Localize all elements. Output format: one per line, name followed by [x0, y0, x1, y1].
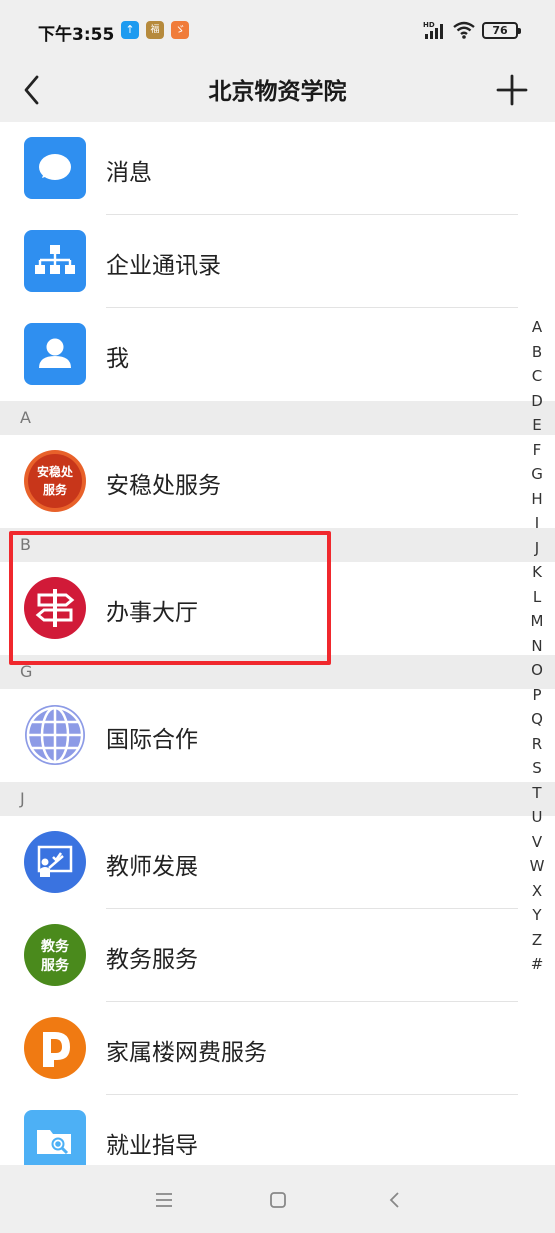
section-header-a: A — [0, 401, 555, 435]
folder-search-icon — [24, 1110, 86, 1165]
index-letter[interactable]: # — [527, 952, 547, 977]
index-letter[interactable]: O — [527, 658, 547, 683]
index-letter[interactable]: Q — [527, 707, 547, 732]
list-item-label: 教务服务 — [106, 947, 198, 973]
list-item-label: 家属楼网费服务 — [106, 1040, 267, 1066]
list-item-dorm-network[interactable]: 家属楼网费服务 — [0, 1002, 555, 1095]
index-letter[interactable]: I — [527, 511, 547, 536]
index-letter[interactable]: T — [527, 781, 547, 806]
logo-text: 教务 — [41, 938, 70, 955]
index-letter[interactable]: M — [527, 609, 547, 634]
list-item-label: 办事大厅 — [106, 600, 198, 626]
contact-list[interactable]: 消息 企业通讯录 我 A 安稳处 服务 安稳处服务 B 办事大厅 G 国际合作 … — [0, 122, 555, 1165]
menu-button[interactable] — [149, 1185, 179, 1215]
index-letter[interactable]: G — [527, 462, 547, 487]
upload-app-icon: ↑ — [121, 21, 139, 39]
section-header-g: G — [0, 655, 555, 689]
wifi-icon — [452, 20, 476, 40]
section-letter: J — [20, 789, 25, 808]
d-logo-icon — [24, 1017, 86, 1079]
list-item-security-service[interactable]: 安稳处 服务 安稳处服务 — [0, 435, 555, 528]
fortune-app-icon: 福 — [146, 21, 164, 39]
index-letter[interactable]: E — [527, 413, 547, 438]
list-item-messages[interactable]: 消息 — [0, 122, 555, 215]
section-header-b: B — [0, 528, 555, 562]
header-bar: 北京物资学院 — [0, 62, 555, 122]
list-item-directory[interactable]: 企业通讯录 — [0, 215, 555, 308]
signpost-icon — [24, 577, 86, 639]
status-time: 下午3:55 — [38, 25, 115, 45]
index-letter[interactable]: N — [527, 634, 547, 659]
index-letter[interactable]: P — [527, 683, 547, 708]
index-letter[interactable]: B — [527, 340, 547, 365]
battery-indicator: 76 — [482, 22, 521, 39]
globe-icon — [24, 704, 86, 766]
back-button[interactable] — [18, 68, 48, 112]
logo-text: 服务 — [41, 957, 70, 974]
list-item-international[interactable]: 国际合作 — [0, 689, 555, 782]
list-item-me[interactable]: 我 — [0, 308, 555, 401]
person-icon — [24, 323, 86, 385]
index-letter[interactable]: Z — [527, 928, 547, 953]
chevron-left-icon — [24, 75, 39, 105]
home-button[interactable] — [263, 1185, 293, 1215]
index-letter[interactable]: L — [527, 585, 547, 610]
index-letter[interactable]: A — [527, 315, 547, 340]
section-letter: B — [20, 535, 31, 554]
system-back-button[interactable] — [380, 1185, 410, 1215]
chat-bubble-icon — [24, 137, 86, 199]
index-letter[interactable]: S — [527, 756, 547, 781]
list-item-academic-affairs[interactable]: 教务 服务 教务服务 — [0, 909, 555, 1002]
section-letter: A — [20, 408, 31, 427]
signal-hd-label: HD — [423, 21, 435, 29]
index-letter[interactable]: C — [527, 364, 547, 389]
section-header-j: J — [0, 782, 555, 816]
org-chart-icon — [24, 230, 86, 292]
list-item-label: 企业通讯录 — [106, 253, 221, 279]
signal-icon: HD — [423, 20, 447, 40]
academic-affairs-logo-icon: 教务 服务 — [24, 924, 86, 986]
list-item-label: 消息 — [106, 160, 152, 186]
index-letter[interactable]: K — [527, 560, 547, 585]
logo-text: 安稳处 — [37, 464, 74, 479]
index-letter[interactable]: D — [527, 389, 547, 414]
list-item-career-guidance[interactable]: 就业指导 — [0, 1095, 555, 1165]
menu-icon — [156, 1193, 172, 1207]
back-triangle-icon — [389, 1192, 399, 1208]
index-letter[interactable]: F — [527, 438, 547, 463]
page-title: 北京物资学院 — [208, 79, 347, 105]
list-item-label: 国际合作 — [106, 727, 198, 753]
index-letter[interactable]: H — [527, 487, 547, 512]
system-nav-bar — [0, 1165, 555, 1233]
home-square-icon — [270, 1192, 286, 1208]
status-bar: 下午3:55 ↑ 福 ゞ HD 76 — [0, 0, 555, 62]
list-item-service-hall[interactable]: 办事大厅 — [0, 562, 555, 655]
index-letter[interactable]: J — [527, 536, 547, 561]
index-letter[interactable]: Y — [527, 903, 547, 928]
list-item-label: 安稳处服务 — [106, 473, 221, 499]
list-item-label: 就业指导 — [106, 1133, 198, 1159]
index-letter[interactable]: W — [527, 854, 547, 879]
logo-text: 服务 — [43, 482, 68, 497]
security-service-logo-icon: 安稳处 服务 — [24, 450, 86, 512]
section-letter: G — [20, 662, 33, 681]
teacher-board-icon — [24, 831, 86, 893]
alphabet-index[interactable]: A B C D E F G H I J K L M N O P Q R S T U V W X Y Z # — [527, 315, 547, 977]
list-item-label: 教师发展 — [106, 854, 198, 880]
shop-app-icon: ゞ — [171, 21, 189, 39]
plus-icon — [496, 74, 528, 106]
list-item-label: 我 — [106, 346, 129, 372]
index-letter[interactable]: X — [527, 879, 547, 904]
index-letter[interactable]: U — [527, 805, 547, 830]
add-button[interactable] — [494, 70, 530, 110]
list-item-teacher-development[interactable]: 教师发展 — [0, 816, 555, 909]
index-letter[interactable]: V — [527, 830, 547, 855]
index-letter[interactable]: R — [527, 732, 547, 757]
